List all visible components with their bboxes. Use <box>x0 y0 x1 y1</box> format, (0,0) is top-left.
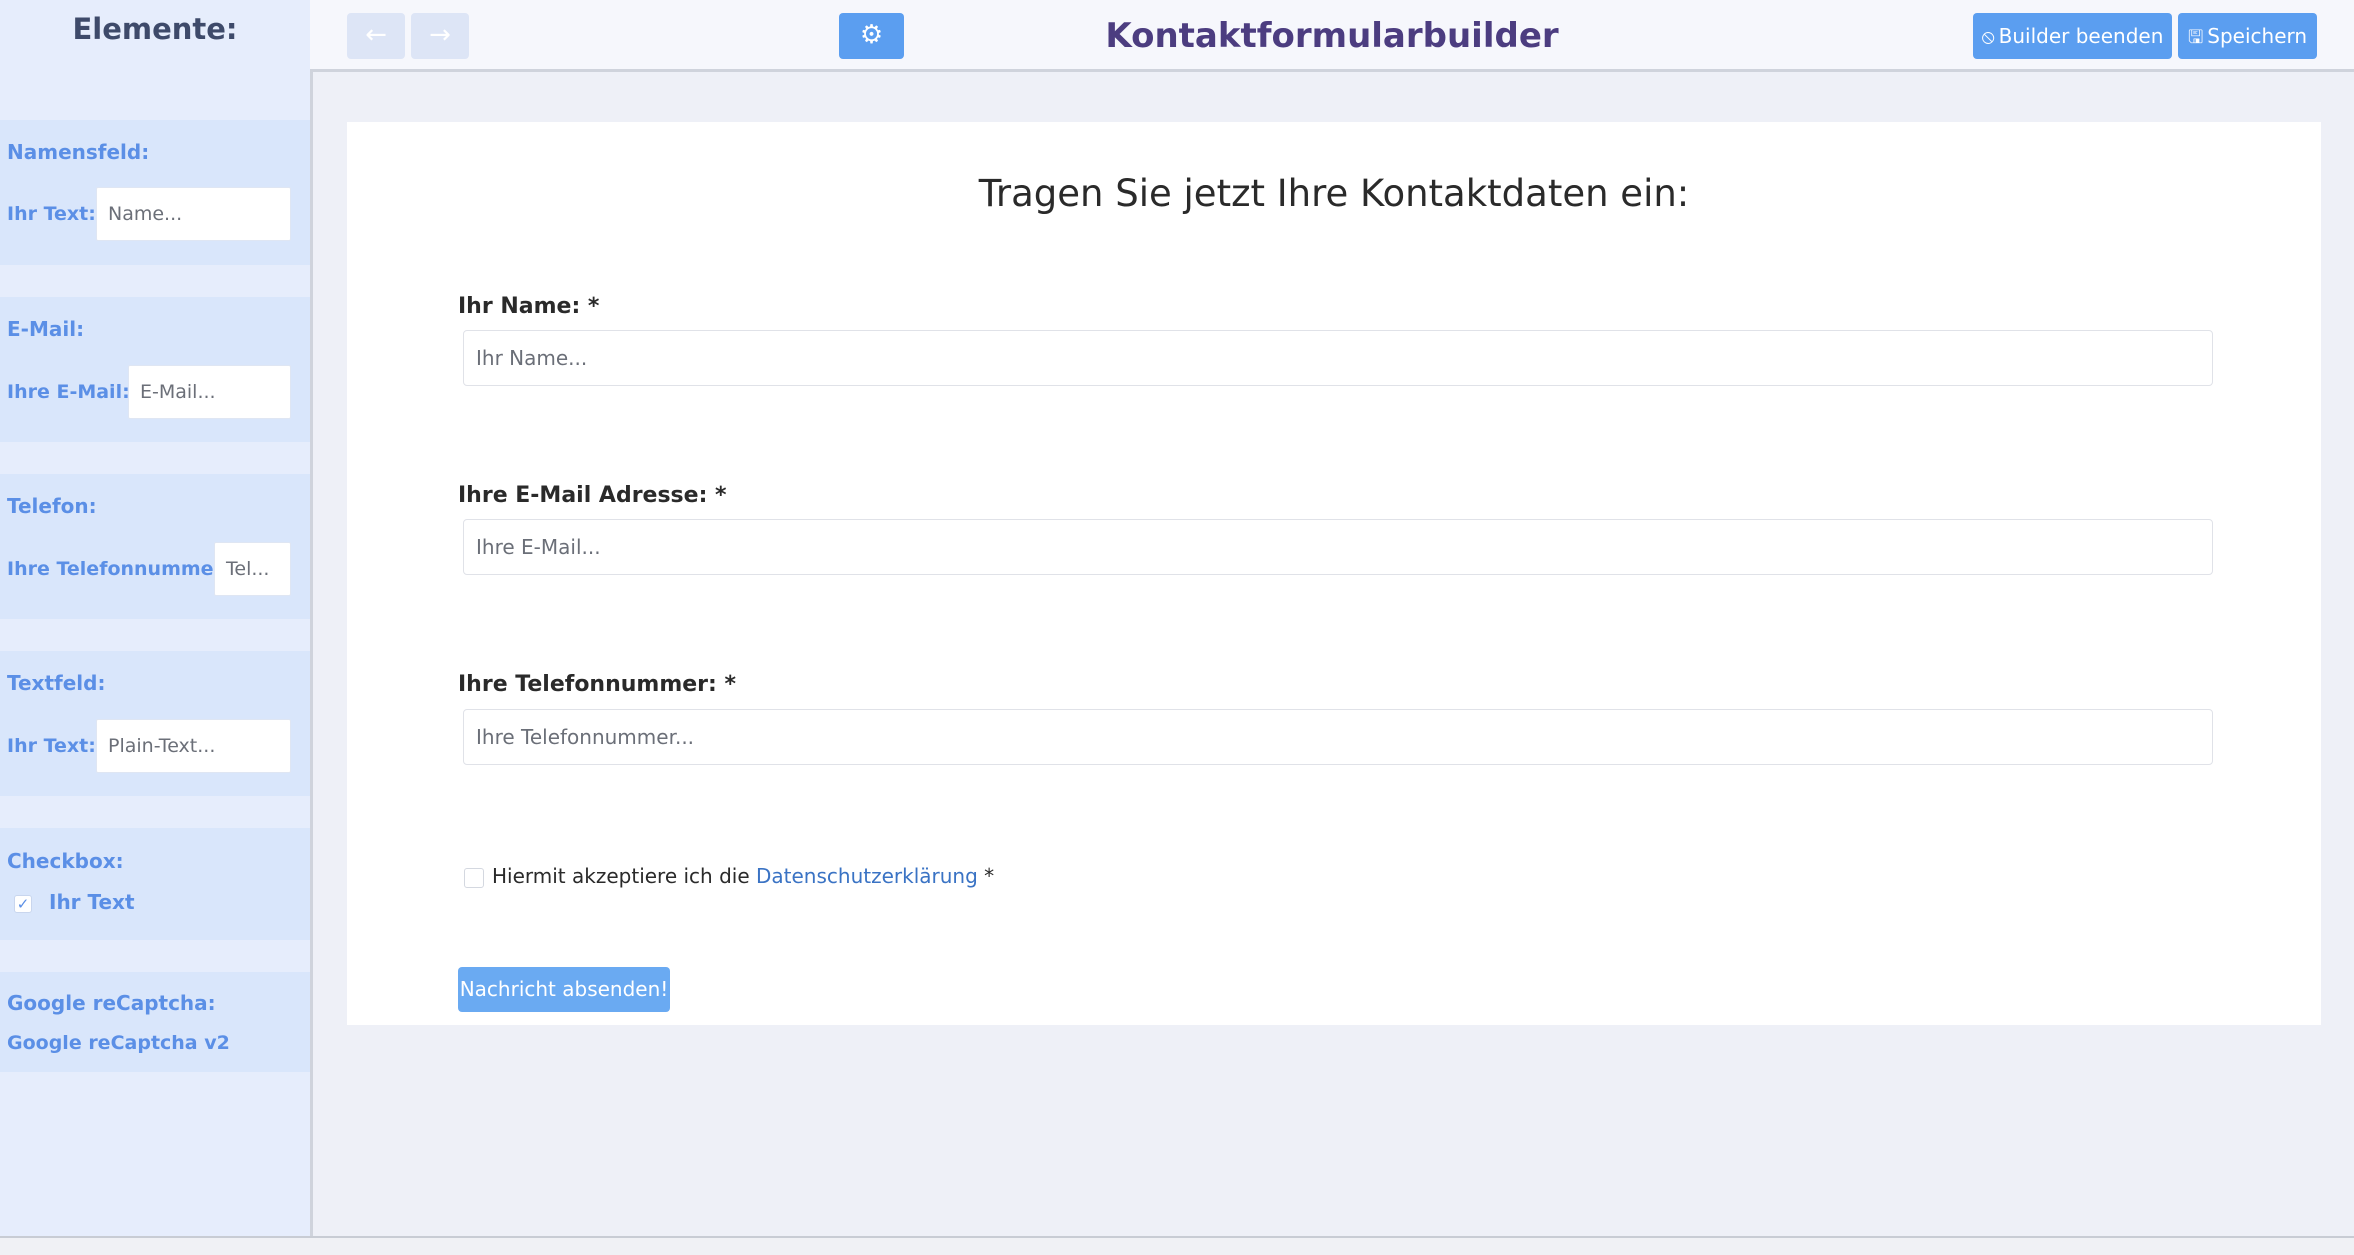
sidebar-divider <box>310 72 313 1236</box>
phone-input[interactable]: Ihre Telefonnummer... <box>463 709 2213 765</box>
element-recaptcha-field[interactable]: Google reCaptcha: Google reCaptcha v2 <box>0 972 310 1072</box>
privacy-policy-link[interactable]: Datenschutzerklärung <box>756 864 978 888</box>
arrow-right-icon: → <box>429 20 451 50</box>
save-label: Speichern <box>2207 24 2308 48</box>
undo-button[interactable]: ← <box>347 13 405 59</box>
arrow-left-icon: ← <box>365 20 387 50</box>
save-button[interactable]: 🖫 Speichern <box>2178 13 2317 59</box>
save-icon: 🖫 <box>2187 27 2204 48</box>
end-builder-button[interactable]: ⦸ Builder beenden <box>1973 13 2172 59</box>
element-heading: Textfeld: <box>7 671 106 695</box>
element-phone-input[interactable]: Tel... <box>214 542 291 596</box>
element-field-label: Ihre Telefonnummer: <box>7 558 231 580</box>
element-name-field[interactable]: Namensfeld: Ihr Text: Name... <box>0 120 310 265</box>
element-field-label: Ihr Text: <box>7 203 96 225</box>
form-heading: Tragen Sie jetzt Ihre Kontaktdaten ein: <box>978 172 1690 215</box>
element-field-label: Google reCaptcha v2 <box>7 1032 230 1054</box>
element-checkbox-field[interactable]: Checkbox: ✓ Ihr Text <box>0 828 310 940</box>
form-preview: Tragen Sie jetzt Ihre Kontaktdaten ein: … <box>347 122 2321 1025</box>
end-builder-label: Builder beenden <box>1998 24 2164 48</box>
top-toolbar: ← → ⚙ Kontaktformularbuilder ⦸ Builder be… <box>310 0 2354 72</box>
element-email-field[interactable]: E-Mail: Ihre E-Mail: E-Mail... <box>0 297 310 442</box>
submit-button[interactable]: Nachricht absenden! <box>458 967 670 1012</box>
phone-field-label: Ihre Telefonnummer: * <box>458 672 736 697</box>
element-text-input[interactable]: Name... <box>96 187 291 241</box>
sidebar-title: Elemente: <box>72 12 238 46</box>
elements-sidebar: Elemente: Namensfeld: Ihr Text: Name... … <box>0 0 310 1236</box>
element-heading: Checkbox: <box>7 849 124 873</box>
name-field-label: Ihr Name: * <box>458 294 600 319</box>
ban-icon: ⦸ <box>1981 24 1995 48</box>
privacy-text: Hiermit akzeptiere ich die <box>492 864 756 888</box>
element-field-label: Ihr Text <box>49 890 135 914</box>
element-heading: Google reCaptcha: <box>7 991 216 1015</box>
name-input[interactable]: Ihr Name... <box>463 330 2213 386</box>
element-textarea-field[interactable]: Textfeld: Ihr Text: Plain-Text... <box>0 651 310 796</box>
privacy-required-mark: * <box>977 864 995 888</box>
element-field-label: Ihr Text: <box>7 735 96 757</box>
element-field-label: Ihre E-Mail: <box>7 381 130 403</box>
element-heading: Namensfeld: <box>7 140 150 164</box>
checkbox-check-icon[interactable]: ✓ <box>14 895 32 913</box>
element-phone-field[interactable]: Telefon: Ihre Telefonnummer: Tel... <box>0 474 310 619</box>
window-bottom-edge <box>0 1236 2354 1255</box>
redo-button[interactable]: → <box>411 13 469 59</box>
element-heading: E-Mail: <box>7 317 85 341</box>
settings-button[interactable]: ⚙ <box>839 13 904 59</box>
element-email-input[interactable]: E-Mail... <box>128 365 291 419</box>
gears-icon: ⚙ <box>859 20 884 50</box>
element-heading: Telefon: <box>7 494 97 518</box>
privacy-checkbox[interactable] <box>464 867 484 888</box>
privacy-consent: Hiermit akzeptiere ich die Datenschutzer… <box>464 864 994 888</box>
email-input[interactable]: Ihre E-Mail... <box>463 519 2213 575</box>
element-plaintext-input[interactable]: Plain-Text... <box>96 719 291 773</box>
email-field-label: Ihre E-Mail Adresse: * <box>458 483 727 508</box>
